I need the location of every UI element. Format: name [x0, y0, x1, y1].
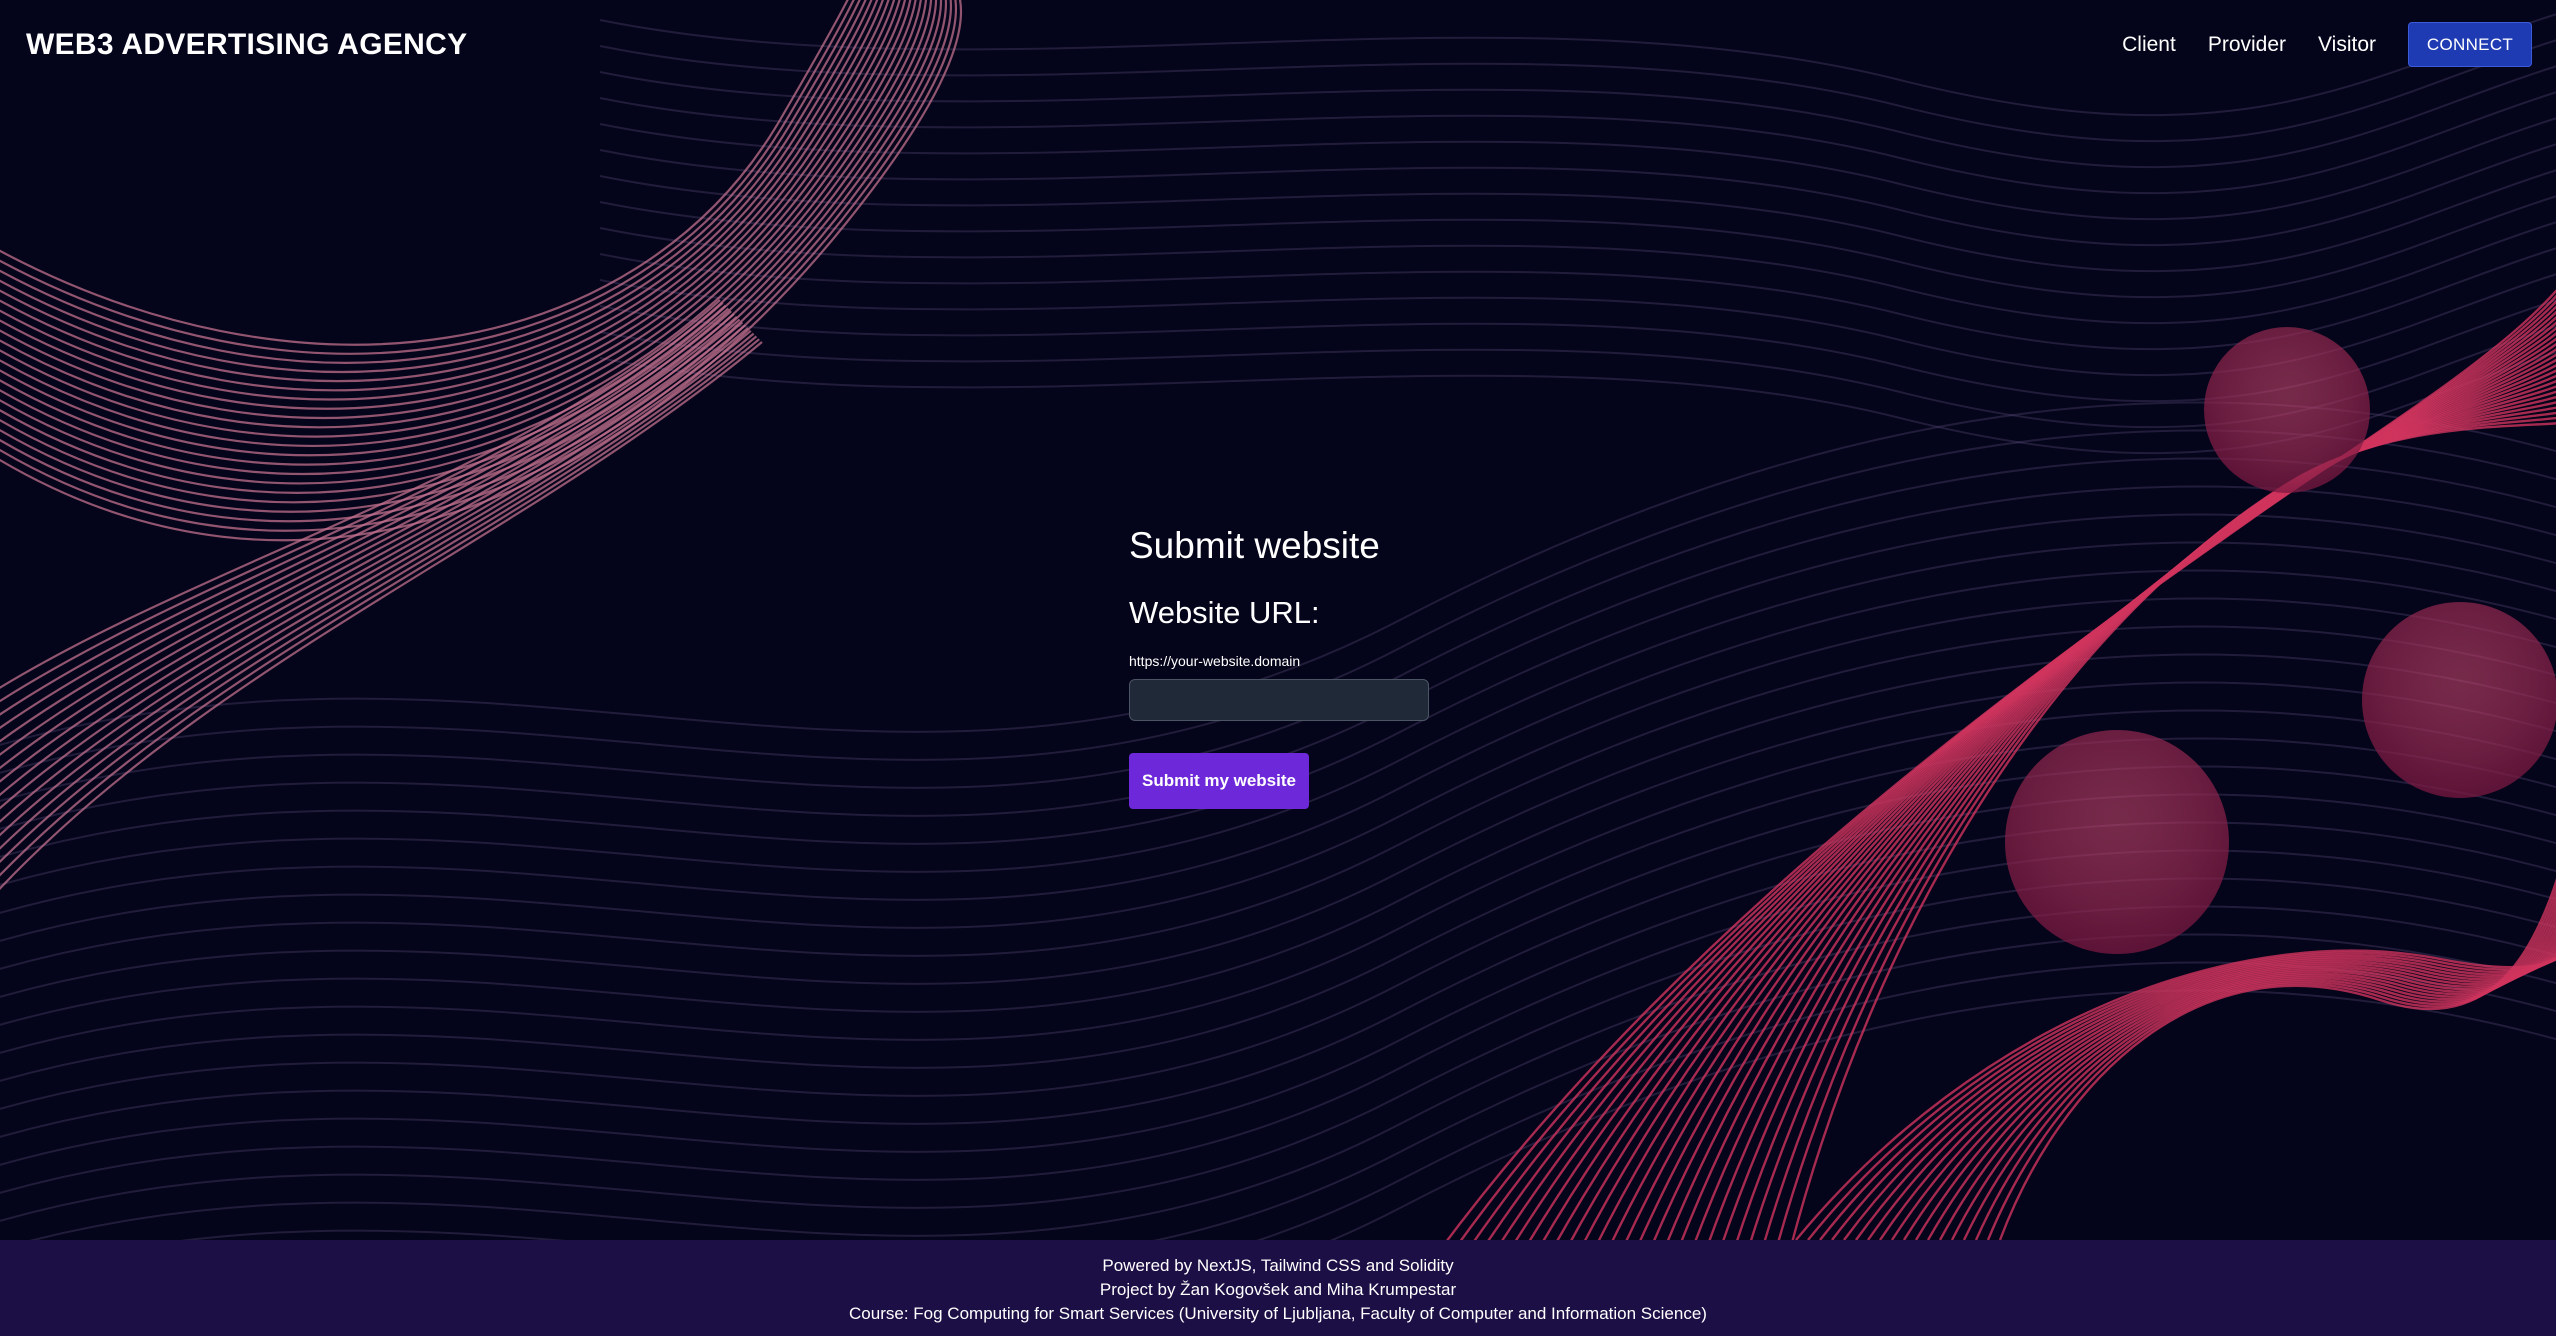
footer-powered-by: Powered by NextJS, Tailwind CSS and Soli…	[1102, 1256, 1454, 1275]
nav-links: Client Provider Visitor CONNECT	[2122, 22, 2532, 67]
footer-course: Course: Fog Computing for Smart Services…	[849, 1304, 1707, 1323]
decorative-orb	[2204, 327, 2370, 493]
decorative-orb	[2362, 602, 2556, 798]
nav-client[interactable]: Client	[2122, 33, 2176, 57]
decorative-orb	[2005, 730, 2229, 954]
nav-provider[interactable]: Provider	[2208, 33, 2286, 57]
submit-website-button[interactable]: Submit my website	[1129, 753, 1309, 809]
page-title: Submit website	[1129, 525, 1380, 566]
website-url-input[interactable]	[1129, 679, 1429, 721]
website-url-hint: https://your-website.domain	[1129, 653, 1301, 669]
website-url-label: Website URL:	[1129, 595, 1320, 630]
swirl-line	[1890, 936, 2556, 1241]
arc-line	[0, 301, 724, 703]
wave-line	[599, 169, 2556, 273]
nav-visitor[interactable]: Visitor	[2318, 33, 2376, 57]
swirl-line	[1902, 931, 2556, 1241]
page: WEB3 ADVERTISING AGENCY Client Provider …	[0, 0, 2556, 1336]
submit-website-form: Submit website Website URL: https://your…	[1129, 520, 1529, 809]
wave-line	[0, 905, 2556, 1250]
wave-line	[599, 117, 2556, 221]
wave-line	[599, 195, 2556, 299]
wave-line	[599, 247, 2556, 351]
connect-wallet-button[interactable]: CONNECT	[2408, 22, 2532, 67]
footer: Powered by NextJS, Tailwind CSS and Soli…	[0, 1240, 2556, 1336]
brand-logo[interactable]: WEB3 ADVERTISING AGENCY	[26, 28, 467, 62]
top-navbar: WEB3 ADVERTISING AGENCY Client Provider …	[0, 0, 2556, 92]
footer-authors: Project by Žan Kogovšek and Miha Krumpes…	[1099, 1280, 1457, 1299]
wave-line	[599, 221, 2556, 325]
